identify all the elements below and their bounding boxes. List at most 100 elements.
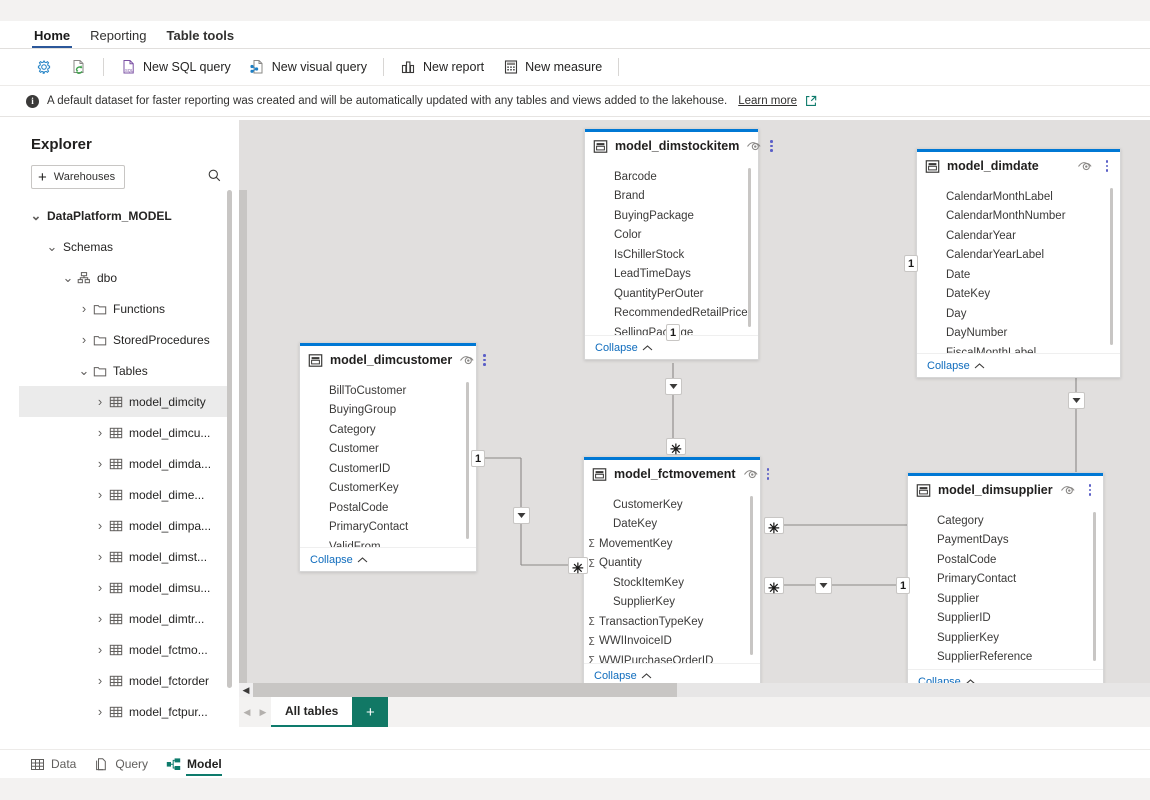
tree-item-model_dime[interactable]: › model_dime... — [19, 479, 232, 510]
chevron-right-icon[interactable]: › — [93, 704, 107, 719]
field-row[interactable]: Day — [917, 304, 1120, 324]
tree-item-tables[interactable]: ⌄ Tables — [19, 355, 232, 386]
field-row[interactable]: Category — [908, 511, 1103, 531]
search-icon[interactable] — [207, 168, 222, 186]
field-row[interactable]: Category — [300, 420, 476, 440]
field-row[interactable]: IsChillerStock — [585, 245, 758, 265]
card-scrollbar[interactable] — [747, 168, 751, 327]
chevron-right-icon[interactable]: › — [93, 425, 107, 440]
field-row[interactable]: PostalCode — [300, 498, 476, 518]
field-row[interactable]: StockItemKey — [584, 573, 760, 593]
collapse-card-button[interactable]: Collapse — [917, 353, 1120, 377]
table-card-fctmovement[interactable]: model_fctmovement CustomerKey DateKey Σ Move… — [583, 456, 770, 683]
chevron-right-icon[interactable]: › — [93, 456, 107, 471]
chevron-right-icon[interactable]: › — [93, 487, 107, 502]
hidden-eye-icon[interactable] — [743, 468, 760, 480]
collapse-left-icon[interactable]: ◀ — [239, 683, 253, 697]
add-page-button[interactable]: + — [352, 697, 389, 727]
canvas-vertical-scrollbar[interactable] — [239, 190, 247, 690]
refresh-button[interactable] — [61, 55, 96, 80]
new-sql-query-button[interactable]: SQL New SQL query — [111, 55, 240, 80]
tree-item-model_dimda[interactable]: › model_dimda... — [19, 448, 232, 479]
chevron-right-icon[interactable]: › — [93, 642, 107, 657]
settings-button[interactable] — [26, 55, 61, 80]
field-row[interactable]: CustomerKey — [584, 495, 760, 515]
prev-page-icon[interactable]: ◀ — [239, 697, 255, 727]
tree-item-model_fctpur[interactable]: › model_fctpur... — [19, 696, 232, 727]
hscroll-track[interactable] — [253, 683, 1150, 697]
field-row[interactable]: CalendarYearLabel — [917, 246, 1120, 266]
card-header[interactable]: model_dimstockitem — [585, 132, 773, 160]
field-row[interactable]: Σ TransactionTypeKey — [584, 612, 760, 632]
field-row[interactable]: QuantityPerOuter — [585, 284, 758, 304]
field-row[interactable]: Brand — [585, 187, 758, 207]
hscroll-thumb[interactable] — [253, 683, 677, 697]
field-row[interactable]: Barcode — [585, 167, 758, 187]
field-row[interactable]: DayNumber — [917, 324, 1120, 344]
field-row[interactable]: ValidFrom — [908, 667, 1103, 669]
chevron-down-icon[interactable]: ⌄ — [45, 239, 59, 255]
open-in-new-icon[interactable] — [805, 95, 817, 107]
tree-item-model_fctmo[interactable]: › model_fctmo... — [19, 634, 232, 665]
field-row[interactable]: PrimaryContact — [908, 570, 1103, 590]
field-row[interactable]: Σ MovementKey — [584, 534, 760, 554]
explorer-scrollbar[interactable] — [227, 190, 232, 688]
field-row[interactable]: ValidFrom — [300, 537, 476, 547]
field-row[interactable]: BuyingPackage — [585, 206, 758, 226]
field-row[interactable]: CalendarYear — [917, 226, 1120, 246]
tree-item-model_dimtr[interactable]: › model_dimtr... — [19, 603, 232, 634]
chevron-down-icon[interactable]: ⌄ — [61, 270, 75, 286]
tree-item-model_fctorder[interactable]: › model_fctorder — [19, 665, 232, 696]
field-row[interactable]: PaymentDays — [908, 531, 1103, 551]
canvas-horizontal-scrollbar[interactable]: ◀ — [239, 683, 1150, 697]
card-scrollbar[interactable] — [1092, 512, 1096, 661]
hidden-eye-icon[interactable] — [459, 354, 476, 366]
page-tab-all-tables[interactable]: All tables — [271, 697, 353, 727]
view-model[interactable]: Model — [166, 750, 222, 779]
more-options-icon[interactable] — [766, 468, 770, 480]
tree-item-model_dimcity[interactable]: › model_dimcity — [19, 386, 232, 417]
learn-more-link[interactable]: Learn more — [738, 95, 797, 107]
tree-item-model_dimcu[interactable]: › model_dimcu... — [19, 417, 232, 448]
collapse-card-button[interactable]: Collapse — [300, 547, 476, 571]
new-measure-button[interactable]: New measure — [493, 55, 611, 80]
tree-item-model_dimst[interactable]: › model_dimst... — [19, 541, 232, 572]
field-row[interactable]: CustomerKey — [300, 479, 476, 499]
more-options-icon[interactable] — [1101, 160, 1113, 172]
chevron-right-icon[interactable]: › — [93, 394, 107, 409]
card-header[interactable]: model_fctmovement — [584, 460, 770, 488]
field-row[interactable]: Customer — [300, 440, 476, 460]
field-row[interactable]: Σ WWIInvoiceID — [584, 632, 760, 652]
tree-item-dataplatform_model[interactable]: ⌄ DataPlatform_MODEL — [19, 200, 232, 231]
chevron-right-icon[interactable]: › — [77, 301, 91, 316]
field-row[interactable]: Supplier — [908, 589, 1103, 609]
field-row[interactable]: SupplierID — [908, 609, 1103, 629]
field-row[interactable]: Color — [585, 226, 758, 246]
collapse-card-button[interactable]: Collapse — [908, 669, 1103, 683]
add-warehouses-button[interactable]: + Warehouses — [31, 165, 126, 189]
card-header[interactable]: model_dimcustomer — [300, 346, 486, 374]
view-query[interactable]: Query — [94, 750, 148, 779]
next-page-icon[interactable]: ▶ — [255, 697, 271, 727]
table-card-dimsupplier[interactable]: model_dimsupplier Category PaymentDays Post… — [907, 472, 1104, 683]
more-options-icon[interactable] — [483, 354, 486, 366]
tree-item-model_dimsu[interactable]: › model_dimsu... — [19, 572, 232, 603]
ribbon-tab-home[interactable]: Home — [24, 28, 80, 48]
field-row[interactable]: SupplierKey — [908, 628, 1103, 648]
tree-item-functions[interactable]: › Functions — [19, 293, 232, 324]
field-row[interactable]: PostalCode — [908, 550, 1103, 570]
chevron-right-icon[interactable]: › — [77, 332, 91, 347]
chevron-down-icon[interactable]: ⌄ — [77, 363, 91, 379]
chevron-right-icon[interactable]: › — [93, 673, 107, 688]
ribbon-tab-reporting[interactable]: Reporting — [80, 28, 156, 48]
card-header[interactable]: model_dimsupplier — [908, 476, 1103, 504]
field-row[interactable]: SupplierReference — [908, 648, 1103, 668]
chevron-down-icon[interactable]: ⌄ — [29, 208, 43, 224]
ribbon-tab-table-tools[interactable]: Table tools — [157, 28, 245, 48]
card-scrollbar[interactable] — [1109, 188, 1113, 345]
new-report-button[interactable]: New report — [391, 55, 493, 80]
tree-item-schemas[interactable]: ⌄ Schemas — [19, 231, 232, 262]
field-row[interactable]: Date — [917, 265, 1120, 285]
chevron-right-icon[interactable]: › — [93, 518, 107, 533]
chevron-right-icon[interactable]: › — [93, 580, 107, 595]
